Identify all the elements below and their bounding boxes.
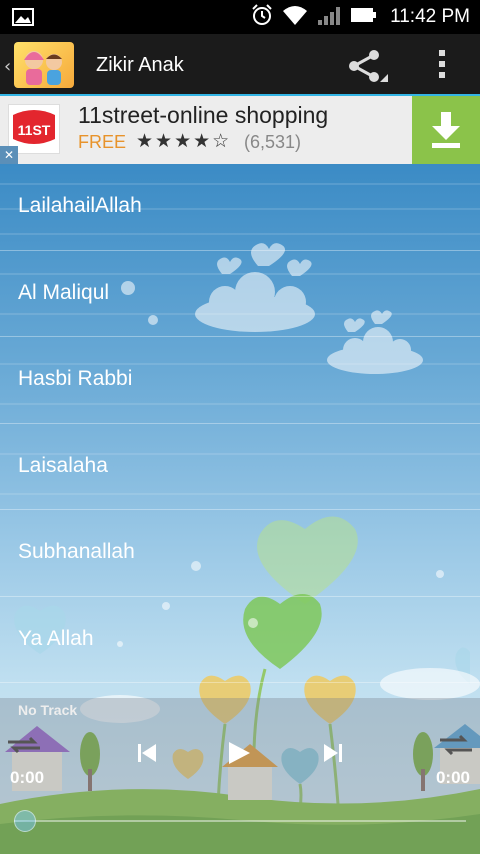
remaining-time: 0:00 — [435, 768, 470, 787]
wifi-icon — [282, 4, 308, 30]
list-item-label: Subhanallah — [18, 540, 135, 563]
download-icon — [432, 112, 460, 148]
share-icon[interactable] — [348, 50, 388, 86]
download-button[interactable] — [412, 96, 480, 164]
list-item[interactable]: Hasbi Rabbi — [0, 337, 480, 424]
seek-bar[interactable] — [14, 820, 466, 822]
svg-text:11ST: 11ST — [18, 122, 51, 138]
list-item[interactable]: Laisalaha — [0, 424, 480, 510]
media-player: No Track 0:00 0:00 — [0, 698, 480, 854]
ad-title: 11street-online shopping — [78, 102, 329, 128]
battery-icon — [350, 6, 378, 28]
up-caret-icon[interactable]: ‹ — [4, 56, 11, 77]
elapsed-time: 0:00 — [10, 768, 45, 787]
list-item-label: Ya Allah — [18, 626, 94, 650]
ad-rating-count: (6,531) — [244, 132, 302, 152]
status-bar: 11:42 PM — [0, 0, 480, 34]
image-icon — [12, 8, 34, 30]
alarm-icon — [250, 3, 274, 31]
list-item-label: Al Maliqul — [18, 280, 110, 304]
play-icon — [229, 742, 250, 764]
list-item[interactable]: LailahailAllah — [0, 164, 480, 251]
list-item-label: LailahailAllah — [18, 194, 142, 217]
shuffle-icon[interactable] — [436, 730, 476, 764]
list-item[interactable]: Al Maliqul — [0, 251, 480, 337]
signal-icon — [316, 4, 342, 30]
overflow-menu-icon[interactable] — [436, 48, 448, 84]
seek-thumb[interactable] — [14, 810, 36, 832]
clock: 11:42 PM — [390, 6, 470, 27]
ad-rating-stars: ★★★★☆ — [136, 130, 232, 152]
play-button[interactable] — [226, 740, 252, 770]
page-title: Zikir Anak — [96, 54, 184, 76]
next-button[interactable] — [322, 742, 344, 768]
list-item[interactable]: Ya Allah — [0, 597, 480, 683]
previous-button[interactable] — [136, 742, 158, 768]
skip-next-icon — [324, 744, 342, 762]
track-list: LailahailAllah Al Maliqul Hasbi Rabbi La… — [0, 164, 480, 683]
repeat-icon[interactable] — [4, 730, 44, 764]
ad-close-button[interactable]: ✕ — [0, 146, 18, 164]
action-bar: ‹ Zikir Anak — [0, 34, 480, 96]
skip-previous-icon — [138, 744, 156, 762]
now-playing-label: No Track — [18, 702, 78, 718]
list-item-label: Hasbi Rabbi — [18, 367, 133, 390]
list-item-label: Laisalaha — [18, 453, 108, 477]
ad-banner[interactable]: 11ST 11street-online shopping FREE ★★★★☆… — [0, 96, 480, 164]
app-logo[interactable] — [14, 42, 74, 88]
ad-price: FREE — [78, 132, 127, 152]
list-item[interactable]: Subhanallah — [0, 510, 480, 597]
